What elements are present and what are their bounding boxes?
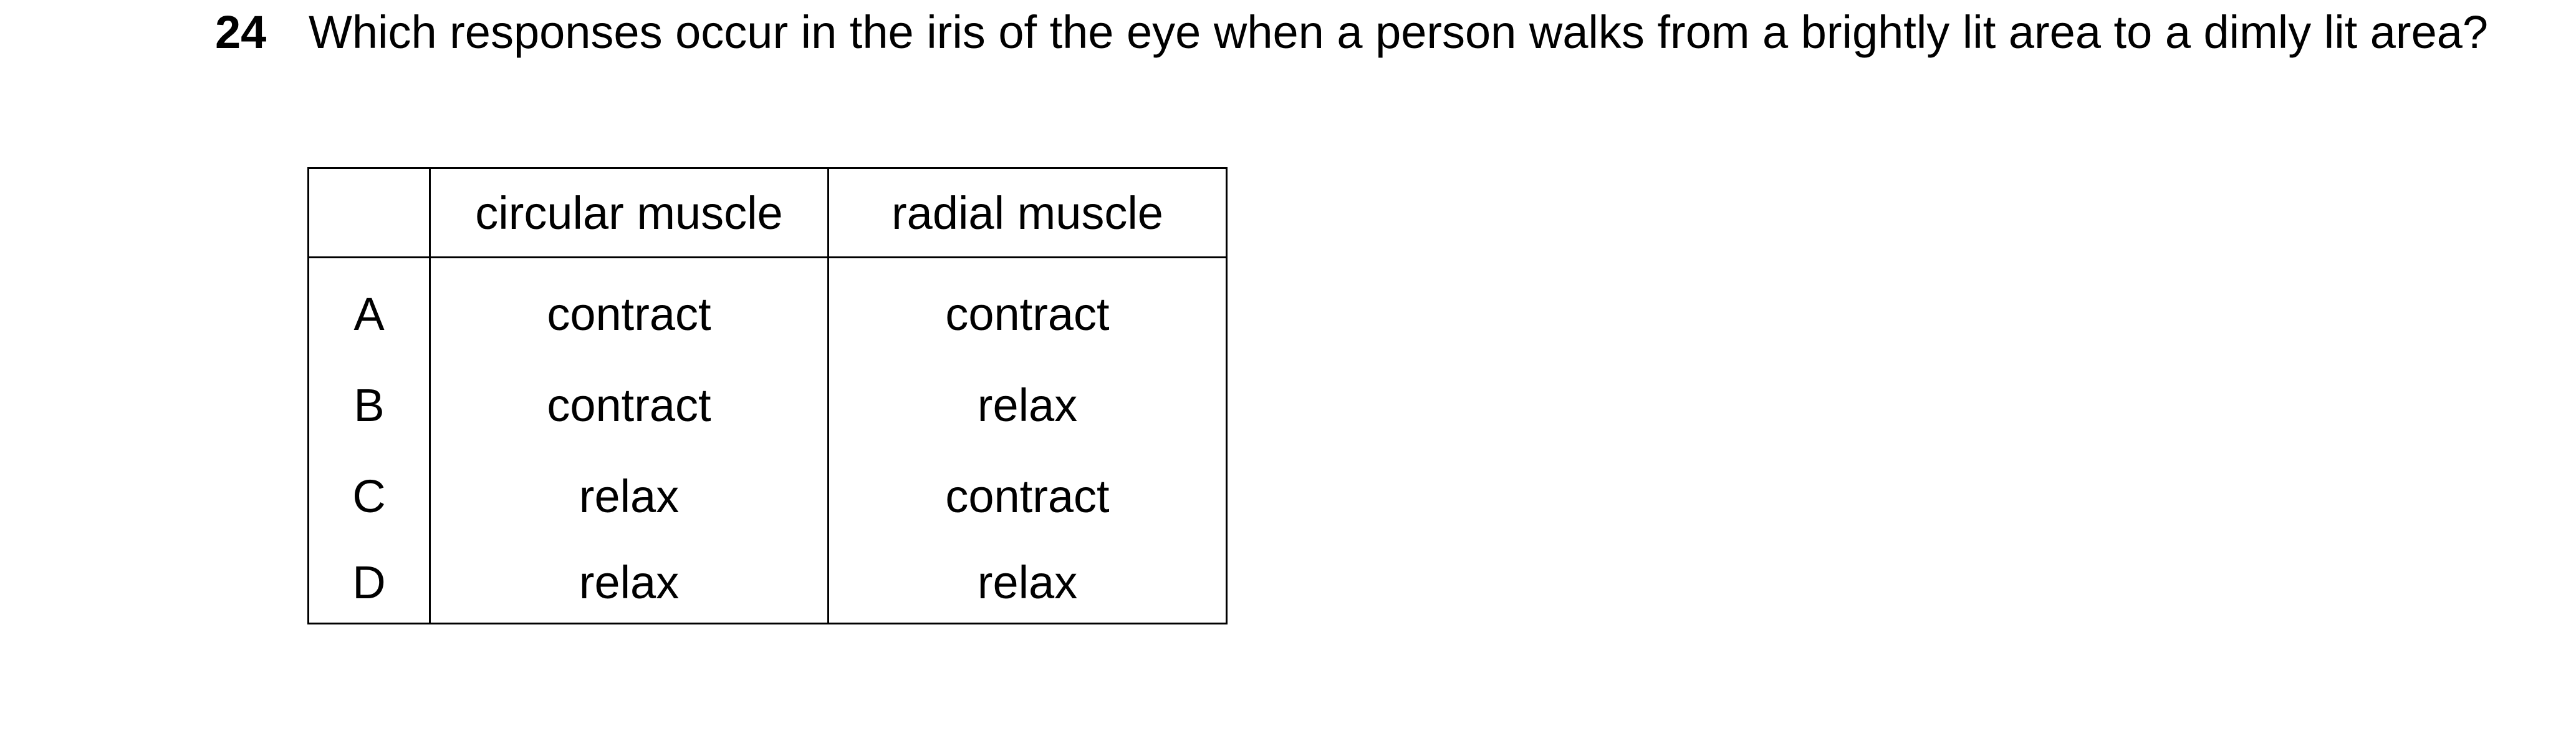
option-letter-c: C [307, 450, 431, 541]
radial-muscle-a: contract [827, 257, 1228, 359]
circular-muscle-c: relax [429, 450, 829, 541]
option-letter-b: B [307, 359, 431, 450]
header-option-letter [307, 167, 431, 258]
header-circular-muscle: circular muscle [429, 167, 829, 258]
header-radial-muscle: radial muscle [827, 167, 1228, 258]
radial-muscle-c: contract [827, 450, 1228, 541]
answer-options-table: circular muscle radial muscle A contract… [307, 167, 1228, 624]
radial-muscle-b: relax [827, 359, 1228, 450]
option-letter-d: D [307, 541, 431, 624]
question-text: Which responses occur in the iris of the… [309, 6, 2489, 58]
table-row-d: D relax relax [307, 541, 1228, 624]
table-row-b: B contract relax [307, 359, 1228, 450]
question-number: 24 [215, 6, 267, 58]
table-row-a: A contract contract [307, 257, 1228, 359]
circular-muscle-d: relax [429, 541, 829, 624]
circular-muscle-b: contract [429, 359, 829, 450]
table-row-c: C relax contract [307, 450, 1228, 541]
table-header-row: circular muscle radial muscle [307, 167, 1228, 258]
option-letter-a: A [307, 257, 431, 359]
circular-muscle-a: contract [429, 257, 829, 359]
radial-muscle-d: relax [827, 541, 1228, 624]
